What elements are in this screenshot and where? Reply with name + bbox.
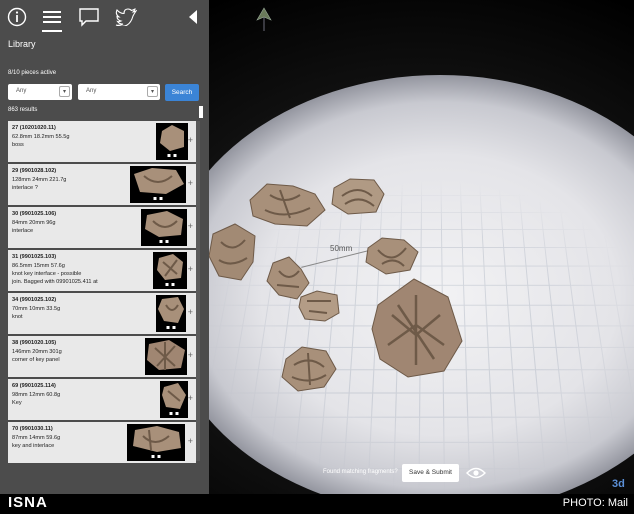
item-measurements: 62.8mm 18.2mm 55.5g: [12, 134, 70, 140]
library-title: Library: [8, 39, 36, 49]
add-icon[interactable]: +: [188, 350, 193, 360]
item-measurements: 86.5mm 15mm 57.6g: [12, 263, 65, 269]
add-icon[interactable]: +: [188, 178, 193, 188]
3d-logo: 3d: [612, 478, 625, 490]
comment-icon[interactable]: [78, 6, 100, 28]
item-thumbnail[interactable]: [127, 424, 185, 461]
chevron-down-icon: ▾: [59, 86, 70, 97]
item-thumbnail[interactable]: [141, 209, 187, 246]
item-description: interlace: [12, 228, 33, 234]
item-title: 70 (9901030.11): [12, 426, 53, 432]
top-nav: [0, 0, 209, 34]
list-item[interactable]: 27 (10201020.11) 62.8mm 18.2mm 55.5g bos…: [8, 121, 196, 164]
item-measurements: 128mm 24mm 221.7g: [12, 177, 66, 183]
item-thumbnail[interactable]: [145, 338, 187, 375]
item-description: knot key interface - possible: [12, 271, 81, 277]
pieces-active-status: 8/10 pieces active: [8, 70, 56, 76]
item-description: knot: [12, 314, 23, 320]
found-matching-label: Found matching fragments?: [323, 469, 398, 475]
add-icon[interactable]: +: [188, 264, 193, 274]
eye-icon[interactable]: [466, 466, 486, 480]
list-item[interactable]: 30 (9901025.106) 84mm 20mm 96g interlace…: [8, 207, 196, 250]
fragment-8[interactable]: [280, 345, 338, 393]
scale-label: 50mm: [330, 244, 352, 253]
item-description: interlace ?: [12, 185, 38, 191]
item-title: 34 (9901025.102): [12, 297, 56, 303]
fragment-3[interactable]: [207, 222, 259, 284]
add-icon[interactable]: +: [188, 393, 193, 403]
fragment-6[interactable]: [297, 289, 341, 323]
item-thumbnail[interactable]: [160, 381, 188, 418]
filter-select-2-value: Any: [86, 88, 96, 94]
list-item[interactable]: 29 (9901028.102) 128mm 24mm 221.7g inter…: [8, 164, 196, 207]
item-measurements: 87mm 14mm 59.6g: [12, 435, 60, 441]
item-measurements: 70mm 10mm 33.5g: [12, 306, 60, 312]
agency-logo: ISNA: [8, 494, 48, 511]
list-item[interactable]: 70 (9901030.11) 87mm 14mm 59.6g key and …: [8, 422, 196, 465]
fragment-7[interactable]: [368, 275, 464, 379]
photo-footer: ISNA PHOTO: Mail: [0, 494, 634, 514]
fragment-2[interactable]: [330, 176, 386, 216]
results-scroll-thumb[interactable]: [199, 106, 203, 118]
collapse-arrow-icon[interactable]: [182, 6, 204, 28]
filter-select-1[interactable]: Any ▾: [8, 84, 72, 100]
add-icon[interactable]: +: [188, 221, 193, 231]
item-thumbnail[interactable]: [156, 123, 188, 160]
item-thumbnail[interactable]: [156, 295, 186, 332]
item-description: boss: [12, 142, 24, 148]
item-measurements: 98mm 12mm 60.8g: [12, 392, 60, 398]
fragment-5[interactable]: [364, 236, 420, 276]
chevron-down-icon: ▾: [147, 86, 158, 97]
item-description-cont: join. Bagged with 09901025.411 at: [12, 279, 98, 285]
photo-credit: PHOTO: Mail: [563, 497, 628, 509]
item-thumbnail[interactable]: [153, 252, 187, 289]
list-item[interactable]: 34 (9901025.102) 70mm 10mm 33.5g knot +: [8, 293, 196, 336]
active-tab-indicator: [42, 30, 62, 32]
twitter-icon[interactable]: [115, 6, 137, 28]
item-title: 38 (9901020.105): [12, 340, 56, 346]
item-title: 69 (9901025.114): [12, 383, 56, 389]
item-description: key and interlace: [12, 443, 54, 449]
filter-select-1-value: Any: [16, 88, 26, 94]
library-sidebar: Library 8/10 pieces active Any ▾ Any ▾ S…: [0, 0, 209, 494]
add-icon[interactable]: +: [188, 307, 193, 317]
list-item[interactable]: 31 (9901025.103) 86.5mm 15mm 57.6g knot …: [8, 250, 196, 293]
item-title: 27 (10201020.11): [12, 125, 56, 131]
item-measurements: 146mm 20mm 301g: [12, 349, 62, 355]
list-item[interactable]: 38 (9901020.105) 146mm 20mm 301g corner …: [8, 336, 196, 379]
results-count: 863 results: [8, 107, 37, 113]
compass-icon[interactable]: [254, 6, 274, 32]
fragment-list: 27 (10201020.11) 62.8mm 18.2mm 55.5g bos…: [8, 121, 196, 465]
filter-select-2[interactable]: Any ▾: [78, 84, 160, 100]
item-description: corner of key panel: [12, 357, 60, 363]
item-thumbnail[interactable]: [130, 166, 186, 203]
item-measurements: 84mm 20mm 96g: [12, 220, 56, 226]
info-icon[interactable]: [6, 6, 28, 28]
item-title: 30 (9901025.106): [12, 211, 56, 217]
list-item[interactable]: 69 (9901025.114) 98mm 12mm 60.8g Key +: [8, 379, 196, 422]
item-title: 29 (9901028.102): [12, 168, 56, 174]
menu-icon[interactable]: [41, 6, 63, 28]
add-icon[interactable]: +: [188, 436, 193, 446]
item-title: 31 (9901025.103): [12, 254, 56, 260]
item-description: Key: [12, 400, 22, 406]
add-icon[interactable]: +: [188, 135, 193, 145]
save-submit-button[interactable]: Save & Submit: [402, 464, 459, 482]
list-scrollbar[interactable]: [196, 121, 200, 461]
search-button[interactable]: Search: [165, 84, 199, 101]
